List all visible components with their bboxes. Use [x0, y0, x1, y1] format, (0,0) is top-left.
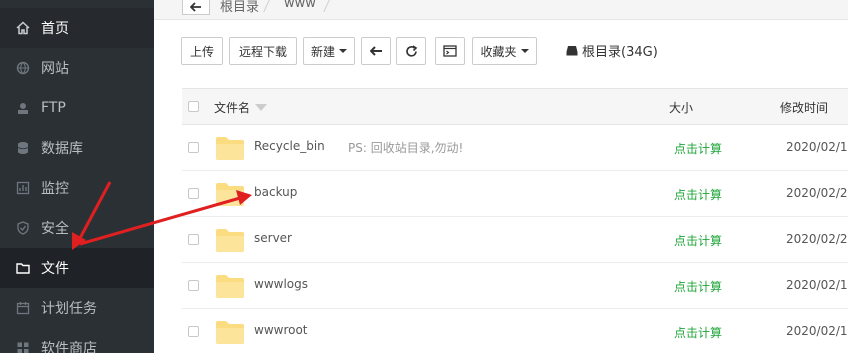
ftp-icon — [16, 101, 30, 115]
row-checkbox[interactable] — [188, 234, 199, 245]
back-arrow-icon — [190, 2, 201, 12]
table-row[interactable]: wwwroot 点击计算 2020/02/18 — [182, 309, 848, 353]
table-row[interactable]: server 点击计算 2020/02/25 — [182, 217, 848, 263]
sidebar-item-label: 软件商店 — [41, 341, 97, 353]
modified-date: 2020/02/25 — [786, 232, 848, 246]
sidebar-item-label: 文件 — [41, 261, 69, 277]
column-header-size[interactable]: 大小 — [669, 99, 693, 116]
column-header-name[interactable]: 文件名 — [214, 99, 268, 116]
refresh-icon — [405, 44, 417, 57]
row-checkbox[interactable] — [188, 188, 199, 199]
sidebar: 首页 网站 FTP 数据库 监控 安全 文件 计划任务 软件商店 — [0, 0, 154, 353]
disk-label: 根目录(34G) — [582, 45, 658, 60]
row-checkbox[interactable] — [188, 326, 199, 337]
upload-button[interactable]: 上传 — [181, 37, 223, 65]
breadcrumb-separator — [323, 0, 330, 12]
table-row[interactable]: wwwlogs 点击计算 2020/02/18 — [182, 263, 848, 309]
back-up-button[interactable] — [361, 37, 391, 65]
sidebar-item-home[interactable]: 首页 — [0, 8, 154, 48]
table-header: 文件名 大小 修改时间 — [182, 89, 848, 125]
sidebar-item-label: FTP — [41, 100, 66, 116]
file-note: PS: 回收站目录,勿动! — [348, 141, 464, 155]
sidebar-item-label: 网站 — [41, 61, 69, 77]
breadcrumb: 根目录 www — [154, 0, 848, 20]
new-dropdown-button[interactable]: 新建 — [303, 37, 355, 65]
row-checkbox[interactable] — [188, 142, 199, 153]
database-icon — [16, 141, 30, 155]
file-table: 文件名 大小 修改时间 Recycle_bin PS: 回收站目录,勿动! 点击… — [182, 88, 848, 353]
file-name[interactable]: wwwroot — [254, 323, 308, 337]
hdd-icon — [566, 46, 578, 56]
calculate-size-link[interactable]: 点击计算 — [674, 140, 722, 157]
back-button[interactable] — [182, 0, 210, 15]
sidebar-item-security[interactable]: 安全 — [0, 208, 154, 248]
table-row[interactable]: Recycle_bin PS: 回收站目录,勿动! 点击计算 2020/02/1… — [182, 125, 848, 171]
file-name[interactable]: server — [254, 231, 292, 245]
file-name[interactable]: backup — [254, 185, 297, 199]
folder-icon — [216, 183, 244, 206]
sidebar-item-label: 数据库 — [41, 141, 83, 157]
modified-date: 2020/02/18 — [786, 278, 848, 292]
terminal-button[interactable] — [435, 37, 465, 65]
modified-date: 2020/02/25 — [786, 186, 848, 200]
shield-icon — [16, 221, 30, 235]
sidebar-item-monitor[interactable]: 监控 — [0, 168, 154, 208]
breadcrumb-separator — [263, 0, 270, 12]
folder-icon — [16, 261, 30, 275]
sidebar-item-label: 安全 — [41, 221, 69, 237]
favorites-dropdown-button[interactable]: 收藏夹 — [472, 37, 537, 65]
row-checkbox[interactable] — [188, 280, 199, 291]
folder-icon — [216, 321, 244, 344]
breadcrumb-www[interactable]: www — [284, 0, 316, 12]
caret-down-icon — [520, 49, 529, 53]
calculate-size-link[interactable]: 点击计算 — [674, 324, 722, 341]
calculate-size-link[interactable]: 点击计算 — [674, 278, 722, 295]
file-name[interactable]: wwwlogs — [254, 277, 308, 291]
home-icon — [16, 21, 30, 35]
breadcrumb-root[interactable]: 根目录 — [220, 0, 259, 15]
column-header-name-label: 文件名 — [214, 101, 251, 115]
new-label: 新建 — [310, 44, 335, 59]
folder-icon — [216, 137, 244, 160]
sidebar-item-cron[interactable]: 计划任务 — [0, 288, 154, 328]
store-icon — [16, 341, 30, 353]
sidebar-item-store[interactable]: 软件商店 — [0, 328, 154, 353]
table-row[interactable]: backup 点击计算 2020/02/25 — [182, 171, 848, 217]
disk-selector[interactable]: 根目录(34G) — [566, 41, 658, 60]
file-name[interactable]: Recycle_bin — [254, 139, 325, 153]
folder-icon — [216, 229, 244, 252]
sidebar-item-ftp[interactable]: FTP — [0, 88, 154, 128]
upload-label: 上传 — [189, 44, 214, 59]
monitor-icon — [16, 181, 30, 195]
remote-download-label: 远程下载 — [238, 44, 287, 59]
favorites-label: 收藏夹 — [480, 44, 517, 59]
sidebar-item-website[interactable]: 网站 — [0, 48, 154, 88]
caret-down-icon — [339, 49, 347, 53]
modified-date: 2020/02/18 — [786, 324, 848, 338]
sidebar-item-label: 监控 — [41, 181, 69, 197]
calculate-size-link[interactable]: 点击计算 — [674, 186, 722, 203]
sidebar-item-label: 计划任务 — [41, 301, 97, 317]
sidebar-item-label: 首页 — [41, 21, 69, 37]
select-all-checkbox[interactable] — [188, 101, 199, 112]
sidebar-item-database[interactable]: 数据库 — [0, 128, 154, 168]
calculate-size-link[interactable]: 点击计算 — [674, 232, 722, 249]
column-header-modified[interactable]: 修改时间 — [780, 99, 828, 116]
globe-icon — [16, 61, 30, 75]
calendar-icon — [16, 301, 30, 315]
remote-download-button[interactable]: 远程下载 — [229, 37, 297, 65]
refresh-button[interactable] — [396, 37, 426, 65]
file-manager: 根目录 www 上传 远程下载 新建 收藏夹 根目录(34G) 文件名 大小 修… — [154, 0, 848, 353]
modified-date: 2020/02/18 — [786, 140, 848, 154]
folder-icon — [216, 275, 244, 298]
arrow-left-icon — [369, 46, 382, 56]
terminal-icon — [443, 45, 457, 57]
sort-caret-icon — [255, 104, 268, 111]
sidebar-item-files[interactable]: 文件 — [0, 248, 154, 288]
